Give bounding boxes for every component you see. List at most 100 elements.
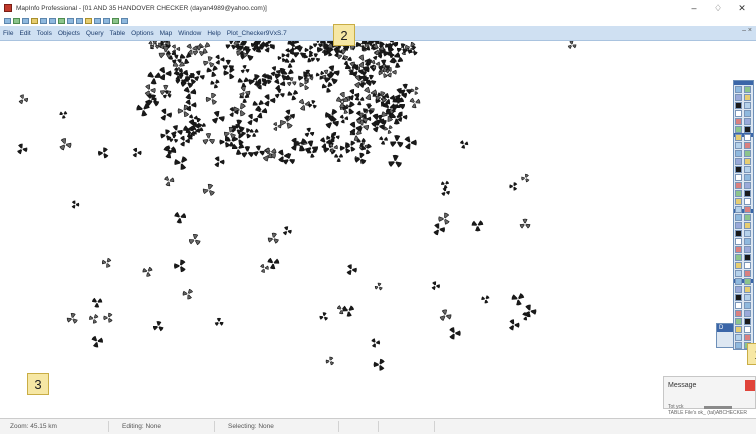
site-marker-icon[interactable] xyxy=(205,92,219,106)
site-marker-icon[interactable] xyxy=(374,282,383,291)
site-marker-icon[interactable] xyxy=(202,183,216,196)
palette-tool-button[interactable] xyxy=(735,158,742,165)
palette-tool-button[interactable] xyxy=(735,294,742,301)
menu-window[interactable]: Window xyxy=(175,30,204,37)
palette-tool-button[interactable] xyxy=(735,318,742,325)
undo-button[interactable] xyxy=(67,17,74,24)
site-marker-icon[interactable] xyxy=(57,137,73,153)
palette-tool-button[interactable] xyxy=(735,270,742,277)
palette-tool-button[interactable] xyxy=(735,254,742,261)
menu-map[interactable]: Map xyxy=(157,30,176,37)
palette-tool-button[interactable] xyxy=(744,142,751,149)
site-marker-icon[interactable] xyxy=(511,293,525,306)
mapinfo-app-icon[interactable] xyxy=(4,4,12,12)
palette-tool-button[interactable] xyxy=(744,94,751,101)
save-table-button[interactable] xyxy=(22,17,29,24)
menu-query[interactable]: Query xyxy=(83,30,107,37)
new-browser-button[interactable] xyxy=(76,17,83,24)
site-marker-icon[interactable] xyxy=(402,136,418,152)
palette-tool-button[interactable] xyxy=(744,174,751,181)
site-marker-icon[interactable] xyxy=(90,335,103,349)
site-marker-icon[interactable] xyxy=(163,176,175,187)
site-marker-icon[interactable] xyxy=(172,210,187,225)
palette-tool-button[interactable] xyxy=(735,198,742,205)
palette-tool-button[interactable] xyxy=(735,278,742,285)
palette-tool-button[interactable] xyxy=(735,246,742,253)
help-button[interactable] xyxy=(121,17,128,24)
palette-tool-button[interactable] xyxy=(735,222,742,229)
site-marker-icon[interactable] xyxy=(214,317,225,328)
new-layout-button[interactable] xyxy=(103,17,110,24)
palette-tool-button[interactable] xyxy=(744,134,751,141)
site-marker-icon[interactable] xyxy=(325,356,336,367)
site-marker-icon[interactable] xyxy=(447,326,462,341)
site-marker-icon[interactable] xyxy=(430,281,440,291)
palette-tool-button[interactable] xyxy=(735,118,742,125)
palette-tool-button[interactable] xyxy=(744,150,751,157)
site-marker-icon[interactable] xyxy=(145,69,162,86)
palette-tool-button[interactable] xyxy=(735,174,742,181)
palette-tool-button[interactable] xyxy=(735,334,742,341)
palette-tool-button[interactable] xyxy=(744,334,751,341)
site-marker-icon[interactable] xyxy=(379,136,388,145)
palette-tool-button[interactable] xyxy=(744,310,751,317)
palette-tool-button[interactable] xyxy=(735,166,742,173)
map-canvas[interactable] xyxy=(0,36,728,417)
site-marker-icon[interactable] xyxy=(17,143,28,155)
minimize-button[interactable]: – xyxy=(682,0,706,16)
palette-tool-button[interactable] xyxy=(735,102,742,109)
site-marker-icon[interactable] xyxy=(431,222,446,236)
site-marker-icon[interactable] xyxy=(188,233,201,247)
menu-table[interactable]: Table xyxy=(107,30,129,37)
site-marker-icon[interactable] xyxy=(101,257,112,269)
palette-tool-button[interactable] xyxy=(744,206,751,213)
palette-tool-button[interactable] xyxy=(744,262,751,269)
site-marker-icon[interactable] xyxy=(373,358,388,372)
site-marker-icon[interactable] xyxy=(441,180,450,189)
palette-tool-button[interactable] xyxy=(744,230,751,237)
site-marker-icon[interactable] xyxy=(390,135,404,148)
menu-options[interactable]: Options xyxy=(128,30,156,37)
new-table-button[interactable] xyxy=(4,17,11,24)
menu-tools[interactable]: Tools xyxy=(34,30,55,37)
palette-tool-button[interactable] xyxy=(744,166,751,173)
site-marker-icon[interactable] xyxy=(173,258,188,273)
palette-tool-button[interactable] xyxy=(735,126,742,133)
site-marker-icon[interactable] xyxy=(71,200,80,209)
message-close-icon[interactable] xyxy=(745,380,755,391)
palette-tool-button[interactable] xyxy=(735,150,742,157)
site-marker-icon[interactable] xyxy=(438,308,453,323)
palette-tool-button[interactable] xyxy=(744,326,751,333)
palette-tool-button[interactable] xyxy=(735,230,742,237)
mdi-window-controls[interactable]: – × xyxy=(742,27,752,34)
palette-tool-button[interactable] xyxy=(744,246,751,253)
site-marker-icon[interactable] xyxy=(471,220,484,232)
palette-tool-button[interactable] xyxy=(744,278,751,285)
site-marker-icon[interactable] xyxy=(387,67,397,78)
site-marker-icon[interactable] xyxy=(307,148,317,158)
site-marker-icon[interactable] xyxy=(97,147,111,161)
palette-tool-button[interactable] xyxy=(735,190,742,197)
palette-tool-button[interactable] xyxy=(735,206,742,213)
site-marker-icon[interactable] xyxy=(88,312,100,324)
site-marker-icon[interactable] xyxy=(232,102,248,118)
site-marker-icon[interactable] xyxy=(384,125,394,134)
palette-tool-button[interactable] xyxy=(744,102,751,109)
new-mapper-button[interactable] xyxy=(85,17,92,24)
status-zoom[interactable]: Zoom: 45.15 km xyxy=(10,423,57,430)
site-marker-icon[interactable] xyxy=(362,86,378,101)
site-marker-icon[interactable] xyxy=(409,97,421,109)
drawing-tools-palette[interactable] xyxy=(733,80,754,350)
palette-tool-button[interactable] xyxy=(735,182,742,189)
site-marker-icon[interactable] xyxy=(202,133,215,145)
site-marker-icon[interactable] xyxy=(66,312,78,325)
palette-tool-button[interactable] xyxy=(735,214,742,221)
site-marker-icon[interactable] xyxy=(212,155,225,168)
site-marker-icon[interactable] xyxy=(521,173,530,183)
site-marker-icon[interactable] xyxy=(194,70,206,82)
palette-tool-button[interactable] xyxy=(744,86,751,93)
site-marker-icon[interactable] xyxy=(334,153,344,162)
palette-tool-button[interactable] xyxy=(735,342,742,349)
status-selecting[interactable]: Selecting: None xyxy=(228,423,274,430)
palette-tool-button[interactable] xyxy=(735,86,742,93)
